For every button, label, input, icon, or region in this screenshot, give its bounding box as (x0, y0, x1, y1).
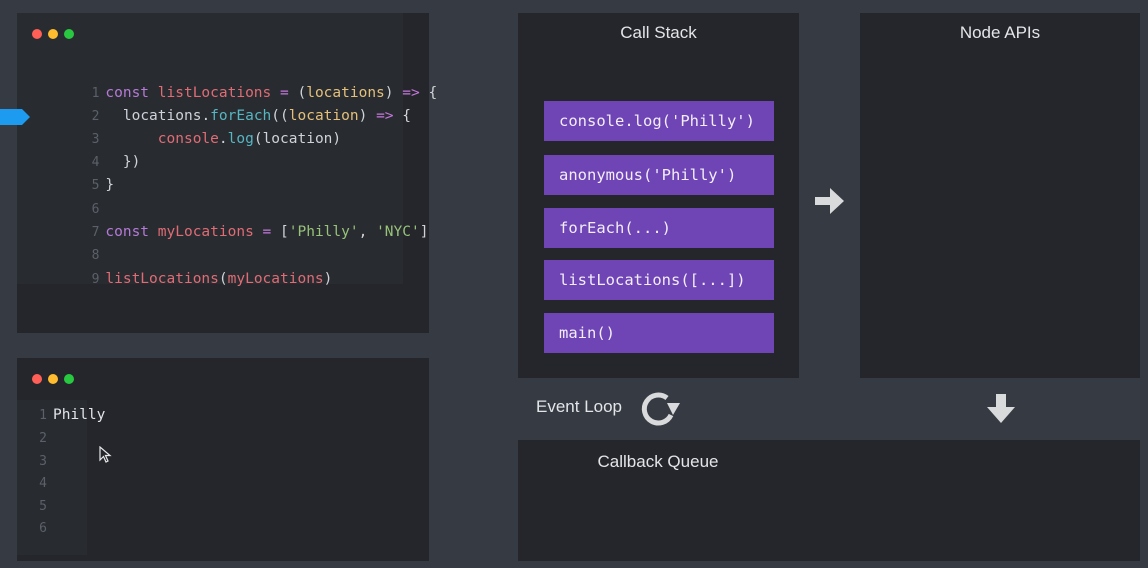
event-loop-label: Event Loop (536, 397, 623, 416)
line-number: 3 (39, 454, 47, 469)
minimize-dot-icon (48, 29, 58, 39)
console-line: 3 (17, 450, 53, 472)
console-line: 5 (17, 495, 53, 517)
mouse-cursor-icon (99, 446, 112, 463)
stack-frame: console.log('Philly') (544, 101, 774, 141)
maximize-dot-icon (64, 374, 74, 384)
line-number: 6 (39, 521, 47, 536)
code-area[interactable]: 1 const listLocations = (locations) => { … (17, 13, 437, 287)
line-number: 1 (39, 408, 47, 423)
right-arrow-icon (815, 188, 844, 214)
line-number: 2 (39, 431, 47, 446)
close-dot-icon (32, 374, 42, 384)
minimize-dot-icon (48, 374, 58, 384)
code-line: 6 (17, 176, 105, 217)
call-stack-title: Call Stack (620, 23, 697, 42)
callback-queue-panel: Callback Queue (518, 440, 1140, 561)
window-dots-icon (32, 374, 74, 384)
code-line: 4 }) (17, 129, 141, 170)
line-number: 5 (39, 499, 47, 514)
code-line: 9 listLocations(myLocations) (17, 246, 333, 287)
node-apis-panel: Node APIs (860, 13, 1140, 378)
callback-queue-title: Callback Queue (597, 452, 719, 471)
stack-frame: main() (544, 313, 774, 353)
code-editor-panel: 1 const listLocations = (locations) => { … (17, 13, 437, 333)
code-line: 5} (17, 152, 115, 193)
maximize-dot-icon (64, 29, 74, 39)
close-dot-icon (32, 29, 42, 39)
console-line: 2 (17, 427, 53, 449)
code-line: 2 locations.forEach((location) => { (17, 83, 411, 124)
console-output-panel: 1 Philly 2 3 4 5 6 (17, 358, 429, 561)
console-output-text: Philly (53, 407, 106, 423)
line-number: 9 (91, 272, 100, 287)
code-line-current: 3 console.log(location) (17, 106, 342, 147)
current-line-pointer-icon (0, 109, 30, 125)
console-line: 4 (17, 472, 53, 494)
refresh-loop-icon (641, 392, 680, 426)
stack-frame: listLocations([...]) (544, 260, 774, 300)
line-number: 4 (39, 476, 47, 491)
code-line: 1 const listLocations = (locations) => { (17, 60, 438, 101)
console-line: 1 Philly (17, 404, 105, 426)
call-stack-panel: Call Stack console.log('Philly') anonymo… (518, 13, 799, 378)
down-arrow-icon (987, 394, 1015, 423)
window-dots-icon (32, 29, 74, 39)
node-apis-title: Node APIs (959, 23, 1041, 42)
code-line: 7 const myLocations = ['Philly', 'NYC'] (17, 199, 429, 240)
code-line: 8 (17, 222, 105, 263)
stack-frame: anonymous('Philly') (544, 155, 774, 195)
stack-frame: forEach(...) (544, 208, 774, 248)
console-line: 6 (17, 517, 53, 539)
